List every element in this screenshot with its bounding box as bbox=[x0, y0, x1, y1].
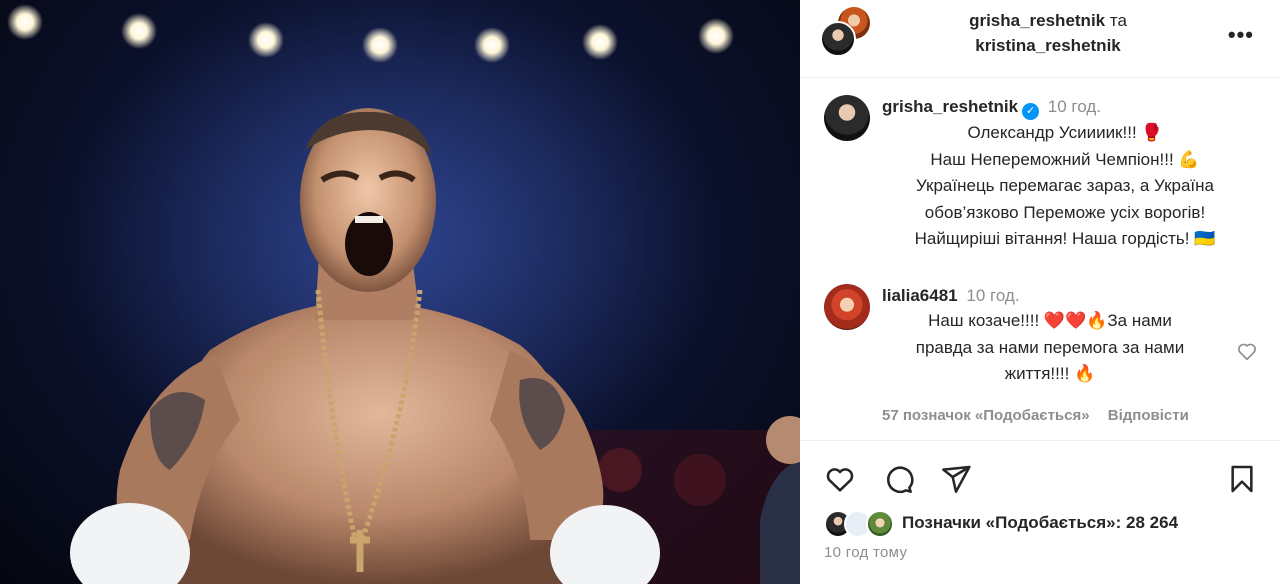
comment-line: життя!!!! 🔥 bbox=[1004, 364, 1096, 383]
comment-username[interactable]: lialia6481 bbox=[882, 286, 958, 305]
comment-text: Наш козаче!!!! ❤️❤️🔥За нами правда за на… bbox=[882, 308, 1248, 388]
send-icon[interactable] bbox=[940, 463, 972, 495]
collab-avatars[interactable] bbox=[820, 7, 872, 59]
caption-line: Наш Непереможний Чемпіон!!! 💪 bbox=[930, 149, 1200, 169]
caption-head: grisha_reshetnik ✓ 10 год. bbox=[882, 95, 1248, 120]
avatar-grisha[interactable] bbox=[820, 21, 856, 57]
caption-text: Олександр Усиииик!!! 🥊 Наш Непереможний … bbox=[882, 120, 1248, 253]
comment-line: правда за нами перемога за нами bbox=[915, 337, 1185, 357]
collab-names: grisha_reshetnik та kristina_reshetnik bbox=[898, 8, 1198, 58]
caption-username[interactable]: grisha_reshetnik bbox=[882, 97, 1018, 116]
comment-icon[interactable] bbox=[882, 463, 914, 495]
comment-line: Наш козаче!!!! ❤️❤️🔥За нами bbox=[928, 311, 1172, 330]
comment-likes-count[interactable]: 57 позначок «Подобається» bbox=[882, 407, 1090, 424]
post-header: grisha_reshetnik та kristina_reshetnik •… bbox=[800, 0, 1280, 78]
boxer-illustration bbox=[7, 0, 800, 584]
comment-head: lialia6481 10 год. bbox=[882, 284, 1248, 308]
post-timestamp[interactable]: 10 год тому bbox=[824, 544, 907, 561]
caption-line: обов’язково Переможе усіх ворогів! bbox=[924, 202, 1206, 222]
comments-list: grisha_reshetnik ✓ 10 год. Олександр Усии… bbox=[800, 79, 1280, 439]
likers-avatars[interactable] bbox=[824, 510, 904, 540]
caption-line: Олександр Усиииик!!! 🥊 bbox=[967, 123, 1163, 142]
heart-icon[interactable] bbox=[824, 463, 856, 495]
post-photo[interactable] bbox=[0, 0, 800, 584]
author-conjunction: та bbox=[1109, 11, 1127, 30]
caption-time[interactable]: 10 год. bbox=[1048, 97, 1101, 116]
verified-badge-icon: ✓ bbox=[1022, 103, 1040, 120]
comment-avatar[interactable] bbox=[824, 284, 870, 330]
author-primary[interactable]: grisha_reshetnik bbox=[969, 11, 1105, 30]
caption-line: Українець перемагає зараз, а Україна bbox=[916, 176, 1214, 195]
caption-avatar[interactable] bbox=[824, 95, 870, 141]
likes-count[interactable]: Позначки «Подобається»: 28 264 bbox=[902, 513, 1178, 533]
comment-time[interactable]: 10 год. bbox=[966, 286, 1019, 305]
more-horizontal-icon[interactable]: ••• bbox=[1228, 22, 1254, 48]
comment-actions: 57 позначок «Подобається» Відповісти bbox=[882, 407, 1189, 424]
caption-line: Найщиріші вітання! Наша гордість! 🇺🇦 bbox=[914, 229, 1216, 248]
bookmark-icon[interactable] bbox=[1226, 463, 1258, 495]
comment-heart-icon[interactable] bbox=[1236, 340, 1258, 362]
author-secondary[interactable]: kristina_reshetnik bbox=[975, 36, 1121, 55]
post-sidebar: grisha_reshetnik та kristina_reshetnik •… bbox=[800, 0, 1280, 584]
liker-avatar bbox=[866, 510, 894, 538]
post-actions: Позначки «Подобається»: 28 264 10 год то… bbox=[800, 440, 1280, 584]
reply-button[interactable]: Відповісти bbox=[1108, 407, 1189, 424]
